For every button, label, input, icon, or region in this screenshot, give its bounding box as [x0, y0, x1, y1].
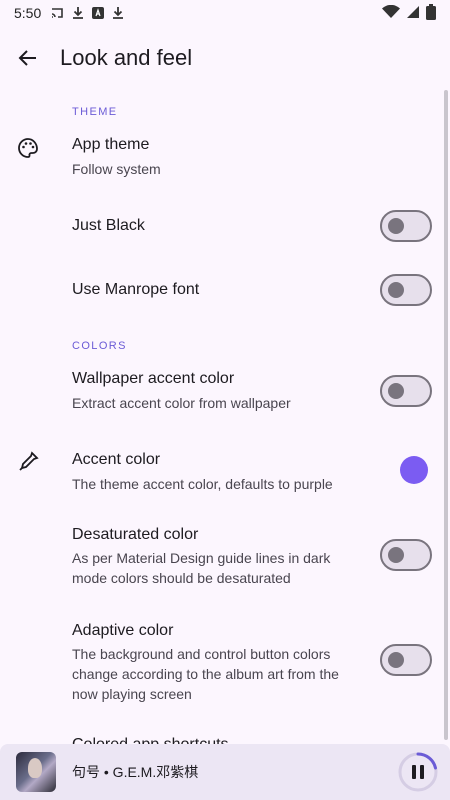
manrope-font-toggle[interactable]	[380, 274, 432, 306]
status-right	[382, 3, 436, 23]
signal-icon	[406, 5, 420, 22]
wallpaper-accent-toggle[interactable]	[380, 375, 432, 407]
setting-just-black[interactable]: Just Black	[0, 200, 446, 252]
setting-title: Use Manrope font	[72, 281, 200, 298]
page-title: Look and feel	[60, 45, 193, 70]
setting-title: Just Black	[72, 217, 145, 234]
setting-subtitle: The background and control button colors…	[72, 646, 339, 702]
album-art	[16, 752, 56, 792]
setting-subtitle: The theme accent color, defaults to purp…	[72, 476, 333, 492]
download-icon	[71, 6, 85, 20]
section-header-colors: COLORS	[72, 340, 127, 352]
setting-wallpaper-accent[interactable]: Wallpaper accent color Extract accent co…	[0, 360, 446, 424]
adaptive-color-toggle[interactable]	[380, 644, 432, 676]
palette-icon	[16, 136, 40, 160]
setting-subtitle: As per Material Design guide lines in da…	[72, 550, 331, 586]
accent-color-swatch[interactable]	[400, 456, 428, 484]
setting-accent-color[interactable]: Accent color The theme accent color, def…	[0, 440, 446, 504]
desaturated-color-toggle[interactable]	[380, 539, 432, 571]
section-header-theme: THEME	[72, 106, 118, 118]
cast-icon	[51, 6, 65, 20]
eyedropper-icon	[16, 450, 40, 474]
status-bar: 5:50	[0, 0, 450, 26]
download-icon	[111, 6, 125, 20]
setting-subtitle: Follow system	[72, 161, 161, 177]
back-button[interactable]	[0, 30, 56, 86]
setting-title: App theme	[72, 136, 150, 153]
app-bar: Look and feel	[0, 30, 450, 86]
now-playing-title: 句号 • G.E.M.邓紫棋	[72, 764, 199, 780]
setting-desaturated-color[interactable]: Desaturated color As per Material Design…	[0, 515, 446, 599]
status-time: 5:50	[14, 5, 42, 21]
setting-title: Adaptive color	[72, 622, 174, 639]
setting-app-theme[interactable]: App theme Follow system	[0, 126, 446, 188]
mini-player[interactable]: 句号 • G.E.M.邓紫棋	[0, 744, 450, 800]
arrow-back-icon	[18, 50, 36, 66]
wifi-icon	[382, 4, 400, 22]
app-store-icon	[91, 6, 105, 20]
just-black-toggle[interactable]	[380, 210, 432, 242]
setting-manrope-font[interactable]: Use Manrope font	[0, 264, 446, 316]
setting-title: Desaturated color	[72, 526, 199, 543]
setting-subtitle: Extract accent color from wallpaper	[72, 395, 291, 411]
pause-icon	[412, 765, 424, 779]
setting-adaptive-color[interactable]: Adaptive color The background and contro…	[0, 612, 446, 716]
setting-title: Accent color	[72, 451, 161, 468]
play-pause-button[interactable]	[396, 750, 440, 794]
setting-title: Wallpaper accent color	[72, 370, 235, 387]
battery-icon	[426, 3, 436, 23]
